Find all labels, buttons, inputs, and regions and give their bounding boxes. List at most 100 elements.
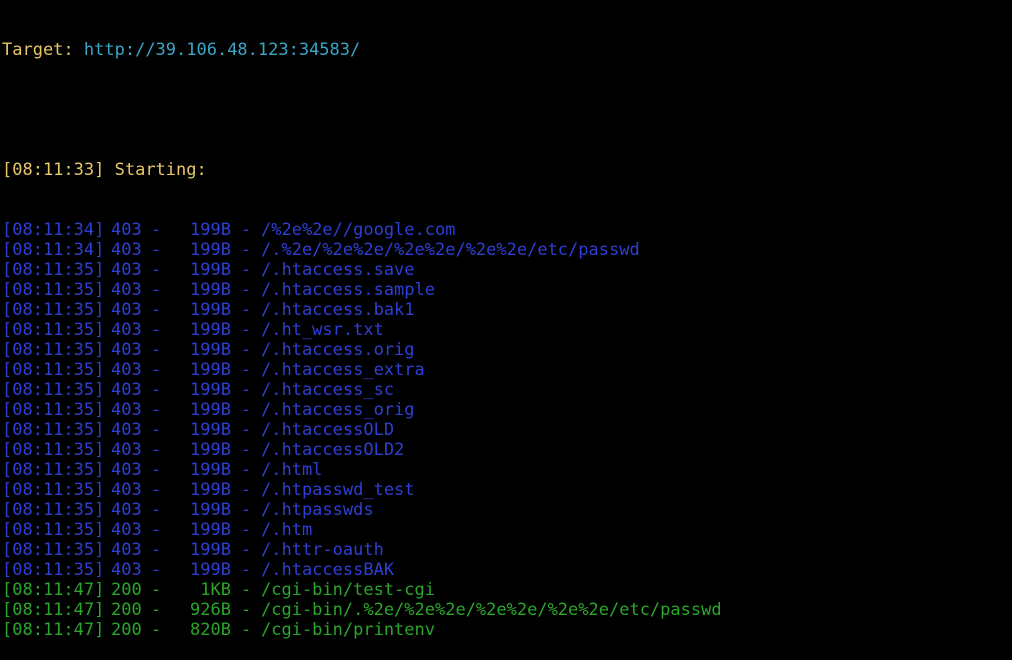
result-status: 403 bbox=[111, 520, 142, 540]
result-dash: - bbox=[151, 400, 162, 420]
result-size: 199B bbox=[190, 320, 231, 340]
result-separator: - bbox=[240, 460, 252, 480]
result-timestamp: [08:11:35] bbox=[2, 260, 105, 280]
result-dash: - bbox=[151, 280, 162, 300]
result-status: 403 bbox=[111, 560, 142, 580]
result-dash: - bbox=[151, 580, 162, 600]
result-status: 403 bbox=[111, 360, 142, 380]
result-size: 199B bbox=[190, 240, 231, 260]
result-row: [08:11:35] 403-199B -/.httr-oauth bbox=[2, 540, 1010, 560]
result-path: /%2e%2e//google.com bbox=[261, 220, 456, 240]
result-timestamp: [08:11:35] bbox=[2, 360, 105, 380]
result-path: /.htaccessOLD bbox=[261, 420, 395, 440]
result-timestamp: [08:11:35] bbox=[2, 540, 105, 560]
result-dash: - bbox=[151, 540, 162, 560]
result-timestamp: [08:11:35] bbox=[2, 380, 105, 400]
result-separator: - bbox=[240, 280, 252, 300]
result-separator: - bbox=[240, 520, 252, 540]
result-dash: - bbox=[151, 300, 162, 320]
result-dash: - bbox=[151, 220, 162, 240]
result-timestamp: [08:11:35] bbox=[2, 440, 105, 460]
result-status: 200 bbox=[111, 580, 142, 600]
result-dash: - bbox=[151, 620, 162, 640]
result-path: /.ht_wsr.txt bbox=[261, 320, 384, 340]
result-size: 199B bbox=[190, 500, 231, 520]
result-separator: - bbox=[240, 300, 252, 320]
result-path: /.%2e/%2e%2e/%2e%2e/%2e%2e/etc/passwd bbox=[261, 240, 640, 260]
result-row: [08:11:35] 403-199B -/.htaccess.save bbox=[2, 260, 1010, 280]
result-timestamp: [08:11:35] bbox=[2, 480, 105, 500]
result-separator: - bbox=[240, 500, 252, 520]
result-dash: - bbox=[151, 480, 162, 500]
starting-line: [08:11:33] Starting: bbox=[2, 160, 1010, 180]
result-status: 403 bbox=[111, 420, 142, 440]
starting-timestamp: [08:11:33] bbox=[2, 160, 105, 180]
result-timestamp: [08:11:47] bbox=[2, 600, 105, 620]
result-size: 1KB bbox=[200, 580, 231, 600]
result-status: 403 bbox=[111, 300, 142, 320]
result-timestamp: [08:11:47] bbox=[2, 620, 105, 640]
result-separator: - bbox=[240, 580, 252, 600]
result-size: 199B bbox=[190, 300, 231, 320]
result-row: [08:11:35] 403-199B -/.htaccess_extra bbox=[2, 360, 1010, 380]
target-label: Target: bbox=[2, 40, 74, 60]
result-row: [08:11:35] 403-199B -/.htpasswd_test bbox=[2, 480, 1010, 500]
result-status: 403 bbox=[111, 460, 142, 480]
result-size: 199B bbox=[190, 340, 231, 360]
result-row: [08:11:35] 403-199B -/.ht_wsr.txt bbox=[2, 320, 1010, 340]
result-size: 199B bbox=[190, 420, 231, 440]
results-list: [08:11:34] 403-199B -/%2e%2e//google.com [0… bbox=[2, 220, 1010, 640]
result-row: [08:11:35] 403-199B -/.htaccessOLD bbox=[2, 420, 1010, 440]
result-dash: - bbox=[151, 440, 162, 460]
result-row: [08:11:35] 403-199B -/.htaccessBAK bbox=[2, 560, 1010, 580]
result-path: /.htaccess_extra bbox=[261, 360, 425, 380]
result-dash: - bbox=[151, 360, 162, 380]
result-row: [08:11:35] 403-199B -/.htm bbox=[2, 520, 1010, 540]
result-status: 403 bbox=[111, 380, 142, 400]
result-separator: - bbox=[240, 260, 252, 280]
result-status: 403 bbox=[111, 440, 142, 460]
result-path: /.htaccess.bak1 bbox=[261, 300, 415, 320]
result-separator: - bbox=[240, 620, 252, 640]
result-path: /.htaccess_orig bbox=[261, 400, 415, 420]
result-status: 403 bbox=[111, 220, 142, 240]
result-separator: - bbox=[240, 340, 252, 360]
result-row: [08:11:35] 403-199B -/.htaccessOLD2 bbox=[2, 440, 1010, 460]
result-timestamp: [08:11:34] bbox=[2, 240, 105, 260]
target-url[interactable]: http://39.106.48.123:34583/ bbox=[84, 40, 360, 60]
result-dash: - bbox=[151, 460, 162, 480]
result-path: /.httr-oauth bbox=[261, 540, 384, 560]
result-status: 403 bbox=[111, 260, 142, 280]
result-size: 199B bbox=[190, 220, 231, 240]
result-size: 199B bbox=[190, 480, 231, 500]
result-separator: - bbox=[240, 360, 252, 380]
result-status: 403 bbox=[111, 400, 142, 420]
result-path: /.htaccessBAK bbox=[261, 560, 395, 580]
result-timestamp: [08:11:35] bbox=[2, 300, 105, 320]
result-timestamp: [08:11:35] bbox=[2, 460, 105, 480]
result-dash: - bbox=[151, 420, 162, 440]
result-path: /.htaccess.sample bbox=[261, 280, 435, 300]
result-timestamp: [08:11:35] bbox=[2, 320, 105, 340]
result-timestamp: [08:11:35] bbox=[2, 400, 105, 420]
result-path: /.htm bbox=[261, 520, 313, 540]
result-path: /.htpasswd_test bbox=[261, 480, 415, 500]
result-timestamp: [08:11:35] bbox=[2, 280, 105, 300]
result-size: 820B bbox=[190, 620, 231, 640]
result-status: 403 bbox=[111, 320, 142, 340]
result-separator: - bbox=[240, 320, 252, 340]
result-separator: - bbox=[240, 600, 252, 620]
result-row: [08:11:35] 403-199B -/.htaccess_sc bbox=[2, 380, 1010, 400]
terminal-window: Target: http://39.106.48.123:34583/ [08:… bbox=[2, 0, 1010, 640]
result-timestamp: [08:11:35] bbox=[2, 340, 105, 360]
starting-text: Starting: bbox=[114, 160, 207, 180]
result-size: 199B bbox=[190, 440, 231, 460]
result-size: 199B bbox=[190, 360, 231, 380]
result-dash: - bbox=[151, 240, 162, 260]
result-timestamp: [08:11:34] bbox=[2, 220, 105, 240]
result-status: 403 bbox=[111, 480, 142, 500]
result-path: /.htaccessOLD2 bbox=[261, 440, 405, 460]
result-separator: - bbox=[240, 420, 252, 440]
result-separator: - bbox=[240, 480, 252, 500]
